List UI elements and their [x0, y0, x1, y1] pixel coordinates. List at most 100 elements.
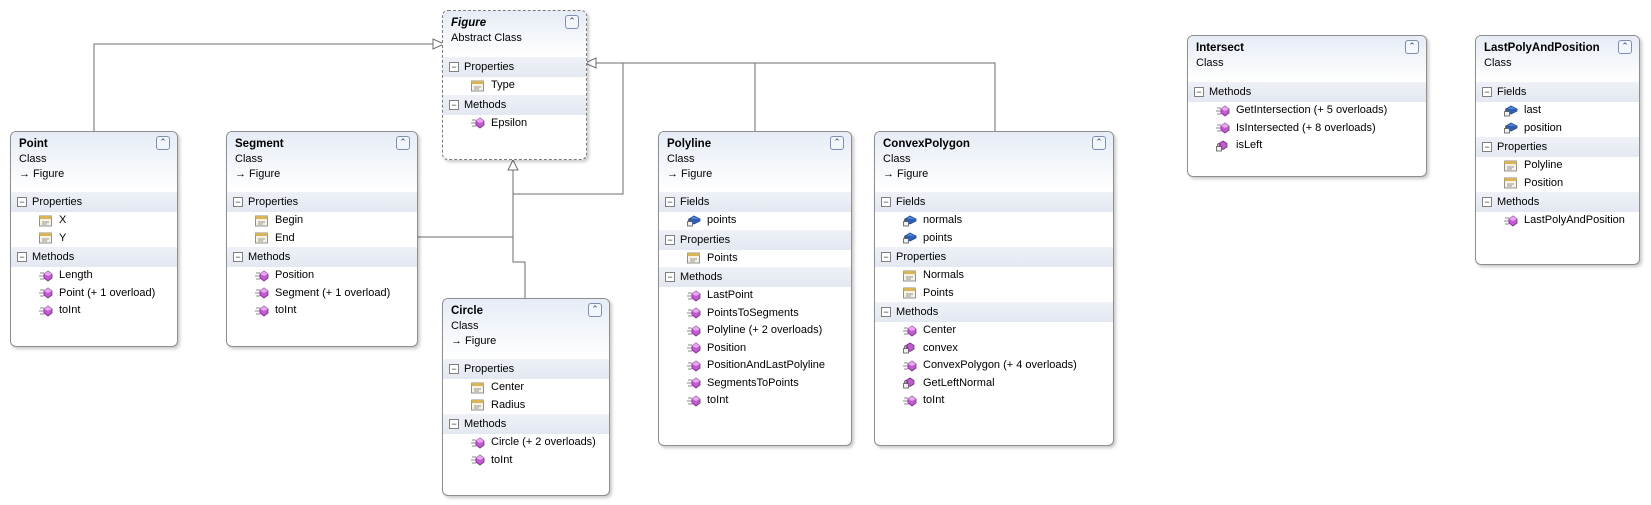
section-toggle-button[interactable]: −: [449, 99, 459, 110]
member-item[interactable]: SegmentsToPoints: [659, 375, 851, 393]
section-header-fields[interactable]: − Fields: [659, 192, 851, 212]
section-toggle-button[interactable]: −: [1482, 142, 1492, 152]
member-item[interactable]: Segment (+ 1 overload): [227, 285, 417, 303]
member-item[interactable]: PositionAndLastPolyline: [659, 357, 851, 375]
member-item[interactable]: Position: [227, 267, 417, 285]
section-header-methods[interactable]: − Methods: [11, 247, 177, 267]
method-icon: [39, 287, 53, 299]
section-header-properties[interactable]: − Properties: [11, 192, 177, 212]
member-item[interactable]: Position: [659, 340, 851, 358]
section-header-methods[interactable]: − Methods: [227, 247, 417, 267]
member-item[interactable]: Position: [1476, 175, 1639, 193]
class-polyline[interactable]: Polyline Class → Figure ⌃ − Fields points −…: [658, 131, 852, 446]
class-point[interactable]: Point Class → Figure ⌃ − Properties X Y − Met…: [10, 131, 178, 347]
section-toggle-button[interactable]: −: [17, 197, 27, 207]
section-header-properties[interactable]: − Properties: [875, 247, 1113, 267]
section-toggle-button[interactable]: −: [1482, 87, 1492, 97]
section-toggle-button[interactable]: −: [449, 62, 459, 72]
section-header-methods[interactable]: − Methods: [1476, 192, 1639, 212]
method-icon: [255, 287, 269, 299]
member-item[interactable]: Points: [875, 285, 1113, 303]
section-header-fields[interactable]: − Fields: [1476, 82, 1639, 102]
collapse-button[interactable]: ⌃: [1092, 136, 1106, 150]
section-header-methods[interactable]: − Methods: [443, 94, 586, 115]
member-item[interactable]: last: [1476, 102, 1639, 120]
member-item[interactable]: Epsilon: [443, 115, 586, 133]
section-toggle-button[interactable]: −: [233, 197, 243, 207]
collapse-button[interactable]: ⌃: [1405, 40, 1419, 54]
member-item[interactable]: points: [875, 230, 1113, 248]
member-item[interactable]: Y: [11, 230, 177, 248]
member-item[interactable]: ConvexPolygon (+ 4 overloads): [875, 357, 1113, 375]
section-toggle-button[interactable]: −: [665, 234, 675, 245]
class-segment[interactable]: Segment Class → Figure ⌃ − Properties Begi…: [226, 131, 418, 347]
member-item[interactable]: Length: [11, 267, 177, 285]
member-item[interactable]: Radius: [443, 397, 609, 415]
member-item[interactable]: Circle (+ 2 overloads): [443, 434, 609, 452]
section-toggle-button[interactable]: −: [449, 419, 459, 429]
class-convexpolygon[interactable]: ConvexPolygon Class → Figure ⌃ − Fields no…: [874, 131, 1114, 446]
method-icon: [255, 270, 269, 282]
member-item[interactable]: X: [11, 212, 177, 230]
member-item[interactable]: Center: [875, 322, 1113, 340]
collapse-button[interactable]: ⌃: [396, 136, 410, 150]
section-header-properties[interactable]: − Properties: [1476, 137, 1639, 157]
section-toggle-button[interactable]: −: [665, 197, 675, 207]
member-item[interactable]: PointsToSegments: [659, 305, 851, 323]
member-item[interactable]: points: [659, 212, 851, 230]
section-header-properties[interactable]: − Properties: [443, 359, 609, 379]
section-toggle-button[interactable]: −: [881, 197, 891, 207]
class-circle[interactable]: Circle Class → Figure ⌃ − Properties Cente…: [442, 298, 610, 496]
section-toggle-button[interactable]: −: [1194, 87, 1204, 97]
member-item[interactable]: toInt: [659, 392, 851, 410]
member-item[interactable]: LastPoint: [659, 287, 851, 305]
section-toggle-button[interactable]: −: [449, 364, 459, 374]
member-item[interactable]: End: [227, 230, 417, 248]
member-item[interactable]: toInt: [227, 302, 417, 320]
member-item[interactable]: Type: [443, 77, 586, 95]
member-item[interactable]: IsIntersected (+ 8 overloads): [1188, 120, 1426, 138]
class-lastpolyandposition[interactable]: LastPolyAndPosition Class ⌃ − Fields last p…: [1475, 35, 1640, 265]
member-item[interactable]: Center: [443, 379, 609, 397]
member-item[interactable]: Point (+ 1 overload): [11, 285, 177, 303]
class-figure[interactable]: Figure Abstract Class ⌃ − Properties Type −…: [442, 10, 587, 160]
member-item[interactable]: Polyline: [1476, 157, 1639, 175]
member-item[interactable]: LastPolyAndPosition: [1476, 212, 1639, 230]
member-item[interactable]: normals: [875, 212, 1113, 230]
class-sections: − Fields last position − Properties Polyline Po…: [1476, 82, 1639, 230]
section-header-methods[interactable]: − Methods: [659, 267, 851, 287]
class-intersect[interactable]: Intersect Class ⌃ − Methods GetIntersectio…: [1187, 35, 1427, 177]
member-item[interactable]: Begin: [227, 212, 417, 230]
method-icon: [687, 307, 701, 319]
section-toggle-button[interactable]: −: [233, 252, 243, 262]
collapse-button[interactable]: ⌃: [565, 15, 579, 29]
member-item[interactable]: isLeft: [1188, 137, 1426, 155]
section-toggle-button[interactable]: −: [17, 252, 27, 262]
collapse-button[interactable]: ⌃: [588, 303, 602, 317]
section-header-methods[interactable]: − Methods: [1188, 82, 1426, 102]
collapse-button[interactable]: ⌃: [156, 136, 170, 150]
member-item[interactable]: GetIntersection (+ 5 overloads): [1188, 102, 1426, 120]
section-header-properties[interactable]: − Properties: [659, 229, 851, 250]
member-item[interactable]: toInt: [443, 452, 609, 470]
collapse-button[interactable]: ⌃: [830, 136, 844, 150]
section-header-properties[interactable]: − Properties: [227, 192, 417, 212]
member-item[interactable]: GetLeftNormal: [875, 375, 1113, 393]
section-header-methods[interactable]: − Methods: [443, 414, 609, 434]
member-item[interactable]: toInt: [875, 392, 1113, 410]
member-item[interactable]: convex: [875, 340, 1113, 358]
member-item[interactable]: toInt: [11, 302, 177, 320]
member-item[interactable]: Polyline (+ 2 overloads): [659, 322, 851, 340]
section-toggle-button[interactable]: −: [1482, 197, 1492, 207]
member-item[interactable]: Points: [659, 250, 851, 268]
section-toggle-button[interactable]: −: [665, 272, 675, 282]
section-header-methods[interactable]: − Methods: [875, 302, 1113, 322]
section-header-properties[interactable]: − Properties: [443, 57, 586, 77]
class-sections: − Properties Center Radius − Methods Circle (+…: [443, 359, 609, 469]
member-item[interactable]: Normals: [875, 267, 1113, 285]
section-toggle-button[interactable]: −: [881, 307, 891, 317]
section-header-fields[interactable]: − Fields: [875, 192, 1113, 212]
member-item[interactable]: position: [1476, 120, 1639, 138]
collapse-button[interactable]: ⌃: [1618, 40, 1632, 54]
section-toggle-button[interactable]: −: [881, 252, 891, 262]
